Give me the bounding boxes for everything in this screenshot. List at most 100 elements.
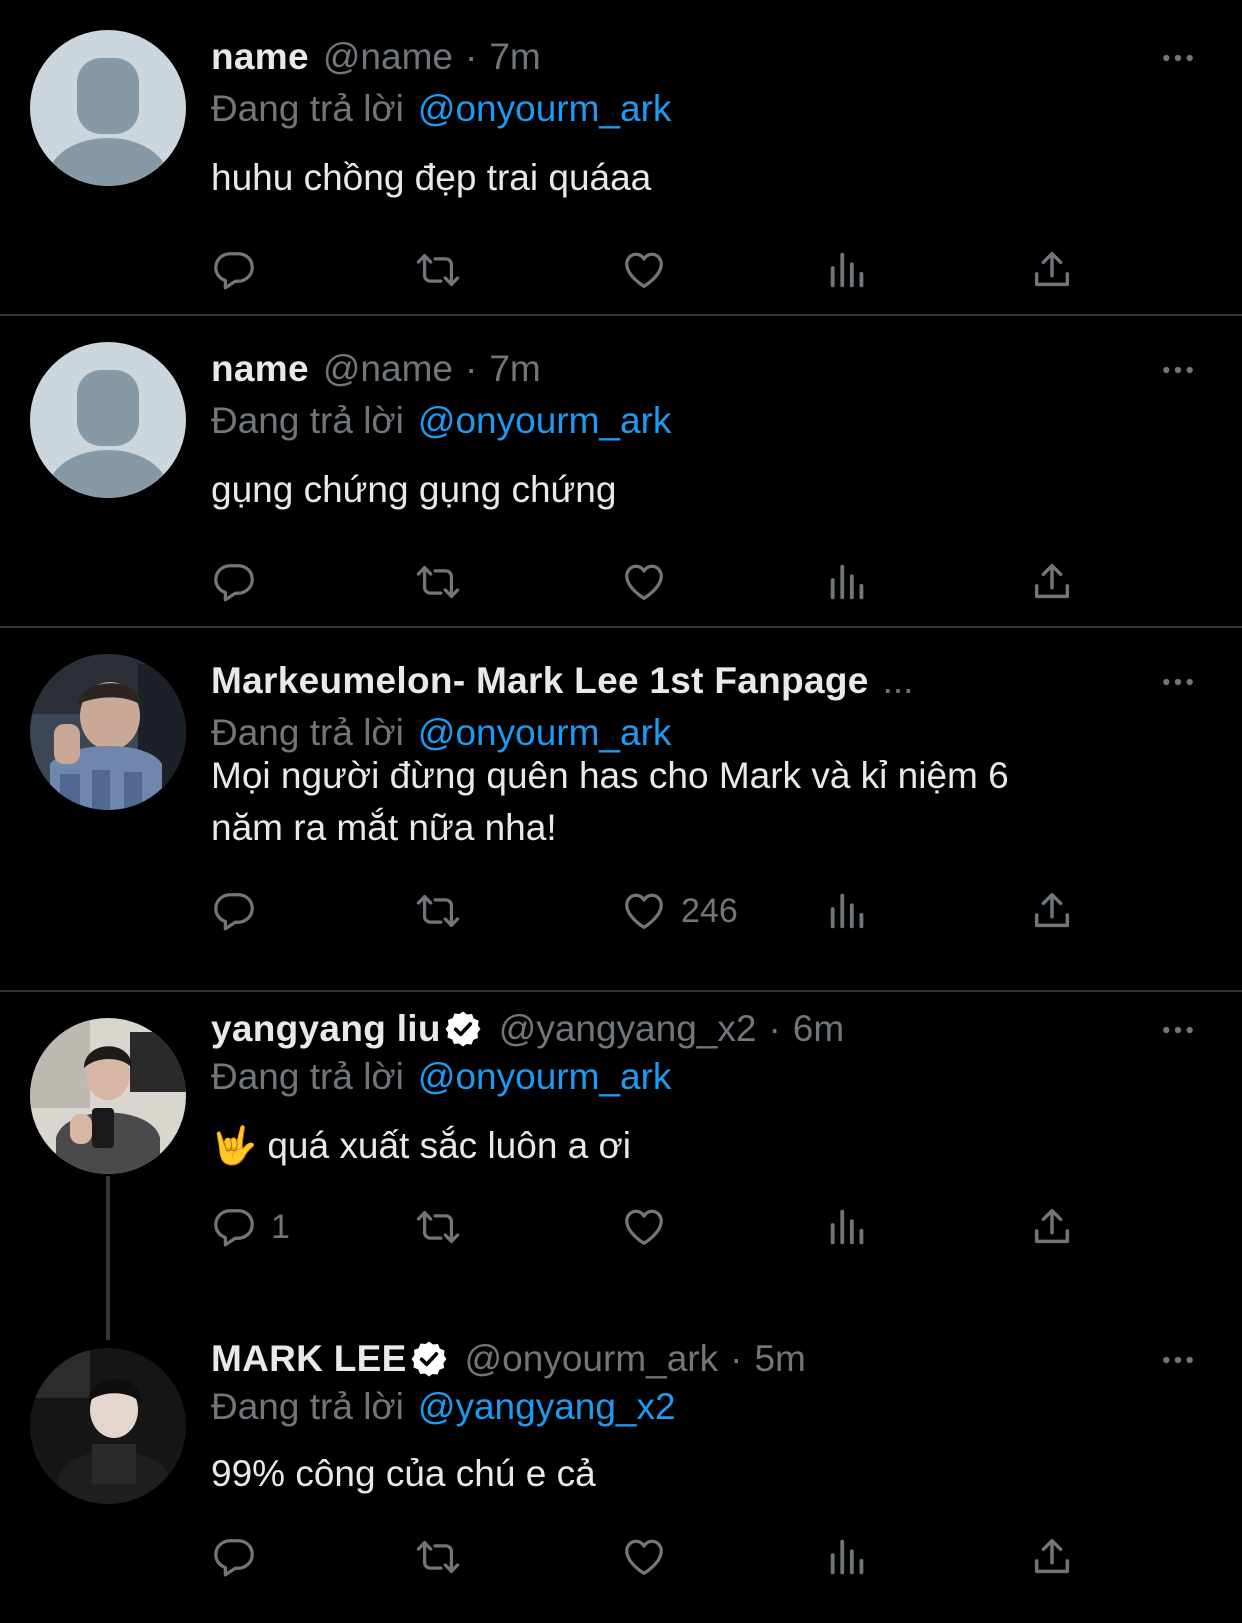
tweet-5[interactable]: MARK LEE @onyourm_ark · 5m Đang trả lời @… [0,1318,1242,1623]
more-options-icon[interactable] [1158,350,1198,390]
reply-button[interactable] [211,1532,257,1582]
bar-chart-icon [825,559,871,605]
more-options-icon[interactable] [1158,1340,1198,1380]
action-bar [211,557,1111,607]
share-button[interactable] [1029,245,1075,295]
tweet-text: huhu chồng đẹp trai quáaa [211,157,652,198]
tweet-text: 99% công của chú e cả [211,1453,596,1494]
tweet-2[interactable]: name @name · 7m Đang trả lời @onyourm_ark… [0,312,1242,628]
retweet-button[interactable] [415,245,461,295]
share-button[interactable] [1029,1202,1075,1252]
tweet-3[interactable]: Markeumelon- Mark Lee 1st Fanpage ... Đa… [0,624,1242,992]
heart-icon [621,559,667,605]
like-button[interactable] [621,557,667,607]
bar-chart-icon [825,247,871,293]
display-name[interactable]: name [211,344,309,394]
handle[interactable]: @name [323,344,453,394]
display-name[interactable]: name [211,32,309,82]
timestamp[interactable]: 7m [489,32,540,82]
fanpage-avatar-photo [30,654,186,810]
name-truncation: ... [882,660,914,701]
bar-chart-icon [825,888,871,934]
reply-icon [211,1534,257,1580]
avatar[interactable] [30,1348,186,1504]
display-name[interactable]: yangyang liu [211,1004,441,1054]
default-avatar-icon [30,342,186,498]
more-options-icon[interactable] [1158,1010,1198,1050]
reply-button[interactable] [211,245,257,295]
replying-to: Đang trả lời @yangyang_x2 [211,1382,676,1432]
reply-button[interactable]: 1 [211,1202,290,1252]
avatar[interactable] [30,654,186,810]
separator: · [730,1338,743,1379]
mark-lee-avatar-photo [30,1348,186,1504]
default-avatar-icon [30,30,186,186]
avatar[interactable] [30,30,186,186]
mention-link[interactable]: @yangyang_x2 [418,1386,676,1427]
retweet-icon [415,1534,461,1580]
share-icon [1029,1534,1075,1580]
reply-icon [211,559,257,605]
views-button[interactable] [825,886,871,936]
verified-badge-icon [409,1339,449,1379]
retweet-button[interactable] [415,1202,461,1252]
tweet-header: Markeumelon- Mark Lee 1st Fanpage ... [211,656,913,706]
like-button[interactable] [621,1202,667,1252]
more-options-icon[interactable] [1158,38,1198,78]
reply-icon [211,247,257,293]
bar-chart-icon [825,1534,871,1580]
retweet-button[interactable] [415,557,461,607]
tweet-text: 🤟 quá xuất sắc luôn a ơi [211,1120,1171,1172]
mention-link[interactable]: @onyourm_ark [418,88,672,129]
avatar[interactable] [30,342,186,498]
like-count: 246 [681,891,738,930]
tweet-4[interactable]: yangyang liu @yangyang_x2 · 6m Đang trả … [0,988,1242,1318]
reply-button[interactable] [211,886,257,936]
retweet-icon [415,1204,461,1250]
timestamp[interactable]: 7m [489,344,540,394]
share-icon [1029,888,1075,934]
replying-label: Đang trả lời [211,400,404,441]
reply-button[interactable] [211,557,257,607]
views-button[interactable] [825,1202,871,1252]
action-bar: 1 [211,1202,1111,1252]
share-button[interactable] [1029,1532,1075,1582]
timestamp[interactable]: 5m [754,1334,805,1384]
display-name[interactable]: Markeumelon- Mark Lee 1st Fanpage [211,656,869,706]
emoji: 🤟 [211,1125,258,1166]
like-button[interactable]: 246 [621,886,738,936]
mention-link[interactable]: @onyourm_ark [418,400,672,441]
retweet-button[interactable] [415,886,461,936]
mention-link[interactable]: @onyourm_ark [418,712,672,753]
tweet-header: yangyang liu @yangyang_x2 · 6m [211,1004,844,1054]
avatar[interactable] [30,1018,186,1174]
retweet-button[interactable] [415,1532,461,1582]
reply-count: 1 [271,1207,290,1246]
reply-icon [211,1204,257,1250]
more-options-icon[interactable] [1158,662,1198,702]
tweet-text: Mọi người đừng quên has cho Mark và kỉ n… [211,750,1171,854]
handle[interactable]: @name [323,32,453,82]
handle[interactable]: @yangyang_x2 [499,1004,757,1054]
replying-label: Đang trả lời [211,1386,404,1427]
tweet-header: MARK LEE @onyourm_ark · 5m [211,1334,806,1384]
like-button[interactable] [621,1532,667,1582]
share-button[interactable] [1029,557,1075,607]
handle[interactable]: @onyourm_ark [465,1334,719,1384]
heart-icon [621,247,667,293]
views-button[interactable] [825,1532,871,1582]
tweet-1[interactable]: name @name · 7m Đang trả lời @onyourm_ark… [0,0,1242,316]
replying-label: Đang trả lời [211,712,404,753]
share-button[interactable] [1029,886,1075,936]
timestamp[interactable]: 6m [793,1004,844,1054]
display-name[interactable]: MARK LEE [211,1334,407,1384]
views-button[interactable] [825,557,871,607]
mention-link[interactable]: @onyourm_ark [418,1056,672,1097]
views-button[interactable] [825,245,871,295]
like-button[interactable] [621,245,667,295]
replying-to: Đang trả lời @onyourm_ark [211,396,671,446]
heart-icon [621,888,667,934]
replying-to: Đang trả lời @onyourm_ark [211,84,671,134]
replying-label: Đang trả lời [211,88,404,129]
replying-label: Đang trả lời [211,1056,404,1097]
